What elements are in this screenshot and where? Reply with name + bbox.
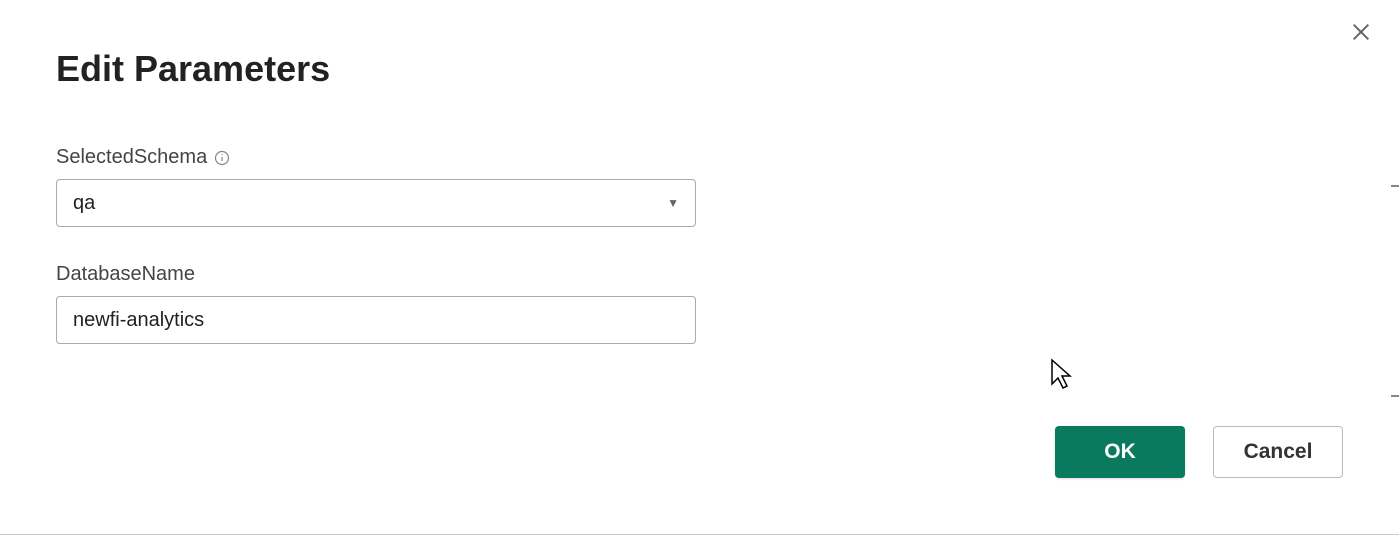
close-icon bbox=[1350, 21, 1372, 48]
ok-button[interactable]: OK bbox=[1055, 426, 1185, 478]
selected-schema-value: qa bbox=[73, 192, 95, 215]
selected-schema-label: SelectedSchema bbox=[56, 146, 207, 169]
edge-mark bbox=[1391, 395, 1399, 397]
info-icon[interactable] bbox=[213, 149, 231, 167]
cursor-icon bbox=[1050, 358, 1076, 392]
dialog-buttons: OK Cancel bbox=[1055, 426, 1343, 478]
database-name-label: DatabaseName bbox=[56, 263, 195, 286]
close-button[interactable] bbox=[1347, 20, 1375, 48]
selected-schema-dropdown[interactable]: qa ▼ bbox=[56, 179, 696, 227]
database-name-label-row: DatabaseName bbox=[56, 263, 1343, 286]
database-name-input[interactable] bbox=[56, 296, 696, 344]
dialog-title: Edit Parameters bbox=[56, 48, 1343, 90]
edit-parameters-dialog: Edit Parameters SelectedSchema qa ▼ Data… bbox=[0, 0, 1399, 535]
cancel-button[interactable]: Cancel bbox=[1213, 426, 1343, 478]
database-name-group: DatabaseName bbox=[56, 263, 1343, 344]
chevron-down-icon: ▼ bbox=[667, 196, 679, 210]
selected-schema-label-row: SelectedSchema bbox=[56, 146, 1343, 169]
selected-schema-group: SelectedSchema qa ▼ bbox=[56, 146, 1343, 227]
edge-mark bbox=[1391, 185, 1399, 187]
